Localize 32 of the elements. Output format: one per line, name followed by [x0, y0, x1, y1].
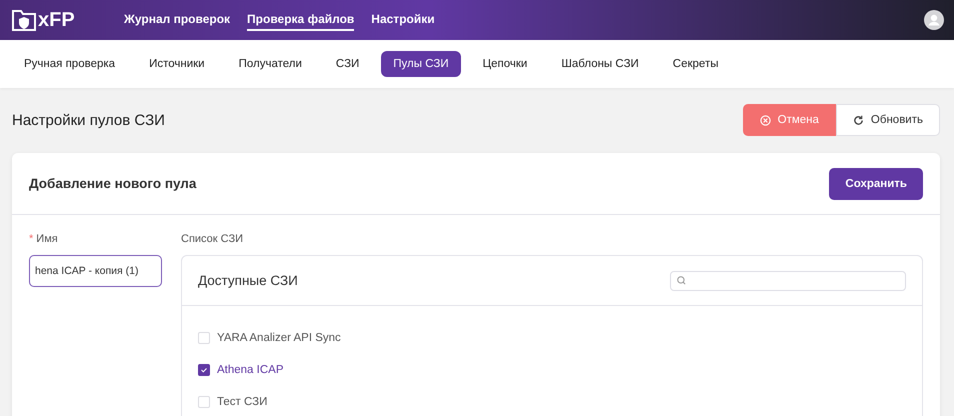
- tab[interactable]: Пулы СЗИ: [381, 51, 461, 77]
- field-label: Имя: [36, 233, 58, 247]
- checkbox-item[interactable]: YARA Analizer API Sync: [198, 328, 922, 347]
- nav-link[interactable]: Настройки: [371, 9, 435, 31]
- checkbox-item[interactable]: Athena ICAP: [198, 360, 922, 379]
- close-circle-icon: [760, 114, 771, 126]
- field-label: Список СЗИ: [181, 233, 244, 247]
- checkbox-item[interactable]: Тест СЗИ: [198, 392, 922, 411]
- refresh-icon: [852, 114, 864, 126]
- tab[interactable]: Ручная проверка: [12, 51, 128, 77]
- save-button[interactable]: Сохранить: [829, 168, 923, 200]
- refresh-button[interactable]: Обновить: [836, 104, 940, 136]
- tab[interactable]: СЗИ: [324, 51, 372, 77]
- folder-shield-icon: [12, 9, 36, 31]
- tab[interactable]: Получатели: [226, 51, 314, 77]
- nav-link[interactable]: Проверка файлов: [247, 9, 354, 31]
- tab[interactable]: Цепочки: [470, 51, 540, 77]
- required-mark: *: [29, 233, 34, 245]
- checkbox[interactable]: [198, 364, 210, 376]
- tab[interactable]: Шаблоны СЗИ: [549, 51, 651, 77]
- nav-link[interactable]: Журнал проверок: [124, 9, 230, 31]
- avatar-icon[interactable]: [924, 10, 944, 30]
- card-title: Добавление нового пула: [29, 176, 196, 191]
- tab[interactable]: Секреты: [660, 51, 730, 77]
- tab[interactable]: Источники: [137, 51, 217, 77]
- logo-text: xFP: [38, 8, 75, 32]
- search-icon: [677, 276, 686, 285]
- search-field[interactable]: [670, 270, 906, 290]
- page-title: Настройки пулов СЗИ: [12, 112, 165, 128]
- name-input-field[interactable]: hena ICAP - копия (1): [29, 255, 162, 287]
- list-title: Доступные СЗИ: [198, 273, 298, 288]
- check-icon: [200, 366, 208, 374]
